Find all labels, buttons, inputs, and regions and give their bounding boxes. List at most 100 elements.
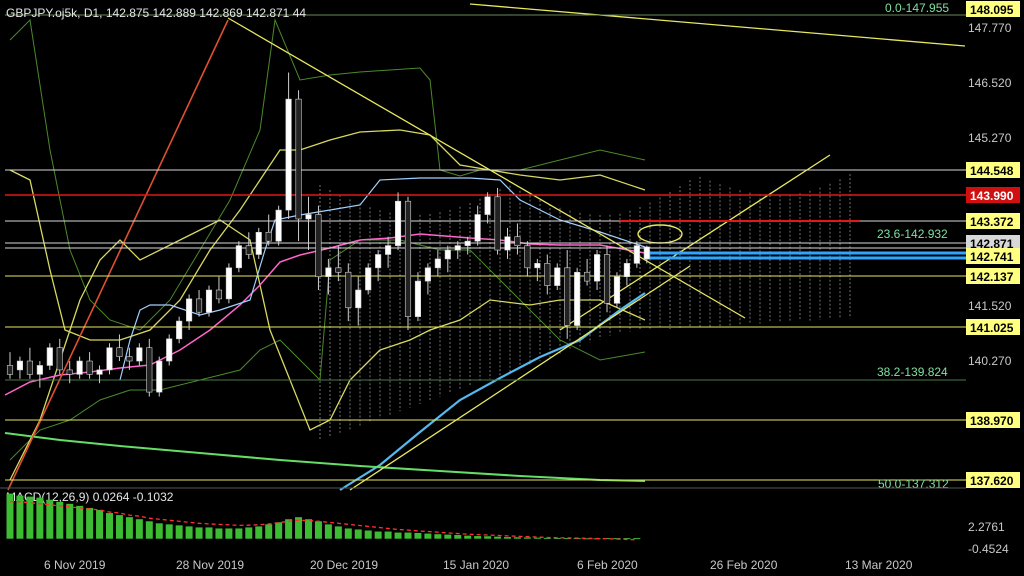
- macd-bar: [305, 519, 312, 539]
- candle-body: [295, 98, 302, 220]
- macd-bar: [464, 535, 472, 539]
- date-tick: 20 Dec 2019: [310, 558, 378, 572]
- macd-bar: [235, 528, 243, 539]
- macd-bar: [165, 524, 173, 539]
- macd-bar: [265, 524, 273, 539]
- macd-bar: [384, 531, 392, 539]
- macd-bar: [96, 509, 104, 539]
- macd-axis-top: 2.2761: [968, 520, 1005, 534]
- price-tick: 145.270: [968, 131, 1012, 145]
- macd-bar: [494, 536, 502, 539]
- macd-bar: [394, 532, 402, 539]
- price-tick: 140.270: [968, 354, 1012, 368]
- candle-body: [156, 360, 163, 393]
- price-label-text: 138.970: [970, 414, 1014, 428]
- price-tick: 147.770: [968, 21, 1012, 35]
- macd-bar: [275, 522, 283, 539]
- candle-body: [355, 289, 362, 309]
- candle-body: [524, 245, 531, 269]
- macd-bar: [135, 519, 143, 539]
- candle-body: [424, 267, 431, 282]
- candle-body: [434, 258, 441, 269]
- price-label: 148.095: [966, 1, 1020, 17]
- candle-body: [593, 254, 601, 282]
- price-label-text: 142.137: [970, 270, 1014, 284]
- macd-bar: [115, 515, 123, 539]
- price-tick: 141.520: [968, 299, 1012, 313]
- macd-bar: [245, 527, 253, 539]
- macd-bar: [255, 526, 263, 539]
- macd-bar: [354, 529, 362, 539]
- candle-body: [255, 231, 262, 255]
- macd-bar: [523, 537, 531, 539]
- candle-body: [26, 360, 33, 375]
- candle-body: [66, 369, 73, 375]
- macd-bar: [404, 532, 412, 539]
- macd-bar: [106, 513, 113, 539]
- candle-body: [623, 263, 630, 277]
- candle-body: [186, 298, 193, 322]
- macd-bar: [444, 534, 452, 539]
- macd-bar: [185, 526, 193, 539]
- candle-body: [494, 196, 501, 251]
- candle-body: [106, 347, 113, 371]
- macd-values: 0.0264 -0.1032: [93, 490, 174, 504]
- macd-bar: [334, 526, 342, 539]
- candle-body: [176, 320, 183, 340]
- macd-bar: [374, 531, 382, 539]
- candle-body: [404, 200, 412, 317]
- price-tick: 146.520: [968, 76, 1012, 90]
- candle-body: [56, 347, 63, 371]
- candle-body: [205, 289, 213, 313]
- macd-bar: [175, 525, 183, 539]
- macd-bar: [324, 524, 332, 539]
- candle-body: [544, 263, 551, 286]
- candle-body: [414, 280, 422, 317]
- candle-body: [613, 276, 621, 304]
- price-label: 137.620: [966, 472, 1020, 488]
- date-tick: 15 Jan 2020: [443, 558, 509, 572]
- price-label-text: 137.620: [970, 474, 1014, 488]
- candle-body: [504, 236, 511, 251]
- candle-body: [285, 98, 292, 211]
- candle-body: [245, 245, 252, 255]
- macd-bar: [6, 493, 14, 539]
- fib-label-50: 50.0-137.312: [878, 477, 949, 491]
- date-tick: 6 Feb 2020: [577, 558, 638, 572]
- price-label: 143.372: [966, 213, 1020, 229]
- candle-body: [16, 360, 24, 371]
- candle-body: [146, 347, 153, 393]
- fib-label-236: 23.6-142.932: [877, 227, 948, 241]
- candle-body: [166, 338, 173, 362]
- macd-bar: [504, 537, 511, 539]
- candle-body: [514, 236, 521, 246]
- chart-canvas[interactable]: GBPJPY.oj5k, D1, 142.875 142.889 142.869…: [0, 0, 1024, 576]
- candle-body: [345, 271, 352, 309]
- macd-bar: [285, 519, 293, 539]
- candle-body: [275, 209, 282, 242]
- price-label-text: 142.741: [970, 250, 1014, 264]
- ohlc-values: 142.875 142.889 142.869 142.871 44: [106, 6, 307, 20]
- macd-bar: [414, 532, 422, 539]
- macd-bar: [454, 535, 462, 539]
- macd-bar: [633, 538, 641, 540]
- macd-bar: [145, 521, 153, 539]
- candle-body: [444, 249, 451, 260]
- candle-body: [484, 196, 491, 215]
- candle-body: [584, 271, 591, 282]
- candle-body: [335, 267, 342, 273]
- candle-body: [603, 254, 611, 304]
- macd-bar: [513, 537, 521, 539]
- macd-bar: [364, 530, 372, 539]
- macd-bar: [76, 505, 84, 539]
- price-label: 142.137: [966, 268, 1020, 284]
- macd-bar: [56, 501, 64, 539]
- candle-body: [265, 231, 272, 242]
- timeframe-label: D1: [84, 6, 100, 20]
- macd-bar: [344, 528, 352, 539]
- price-label: 141.025: [966, 319, 1020, 335]
- macd-bar: [66, 503, 74, 539]
- macd-bar: [314, 521, 322, 539]
- fib-label-0: 0.0-147.955: [885, 1, 949, 15]
- macd-bar: [125, 517, 133, 539]
